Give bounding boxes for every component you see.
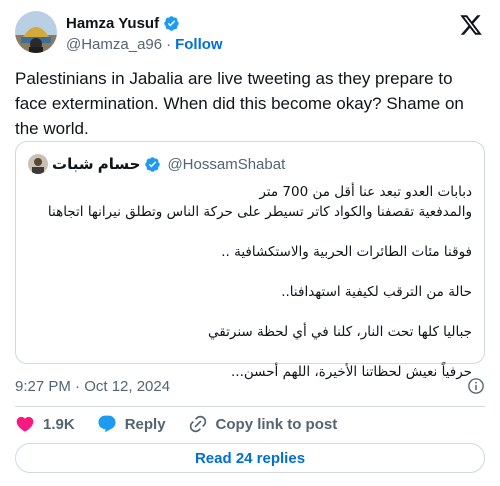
quoted-author-name: حسام شبات <box>52 156 141 173</box>
post-header: Hamza Yusuf @Hamza_a96 · Follow <box>15 11 485 57</box>
post-actions: 1.9K Reply Copy link to post <box>15 413 359 435</box>
reply-bubble-icon <box>98 415 116 433</box>
quoted-post-text: دبابات العدو تبعد عنا أقل من 700 متر وال… <box>28 182 472 382</box>
post-meta: 9:27 PM · Oct 12, 2024 <box>15 376 485 396</box>
copy-link-label: Copy link to post <box>215 415 338 433</box>
quoted-line: حالة من الترقب لكيفية استهدافنا.. <box>281 284 472 300</box>
reply-label: Reply <box>124 415 166 433</box>
quoted-line: دبابات العدو تبعد عنا أقل من 700 متر <box>259 184 472 200</box>
quoted-post-header: حسام شبات @HossamShabat <box>28 154 285 174</box>
quoted-line-blank <box>28 222 472 242</box>
separator-dot: · <box>166 35 172 53</box>
quoted-author-avatar <box>28 154 48 174</box>
info-icon[interactable] <box>467 377 485 395</box>
verified-badge-icon <box>164 15 179 31</box>
post-timestamp[interactable]: 9:27 PM · Oct 12, 2024 <box>15 378 170 395</box>
follow-link[interactable]: Follow <box>175 36 223 53</box>
copy-link-button[interactable]: Copy link to post <box>188 414 338 434</box>
quoted-author-handle: @HossamShabat <box>167 155 286 173</box>
quoted-line-blank <box>28 342 472 362</box>
reply-button[interactable]: Reply <box>97 414 166 434</box>
quoted-line-blank <box>28 302 472 322</box>
embedded-post: Hamza Yusuf @Hamza_a96 · Follow Palestin… <box>0 0 500 486</box>
post-text: Palestinians in Jabalia are live tweetin… <box>15 69 464 138</box>
quoted-line: فوقنا مئات الطائرات الحربية والاستكشافية… <box>221 244 472 260</box>
quoted-line: والمدفعية تقصفنا والكواد كاتر تسيطر على … <box>47 204 472 220</box>
author-name[interactable]: Hamza Yusuf <box>66 15 159 32</box>
author-avatar[interactable] <box>15 11 57 53</box>
verified-badge-icon <box>145 156 161 172</box>
heart-icon <box>16 416 34 432</box>
divider <box>15 406 485 407</box>
link-icon <box>189 415 206 433</box>
x-logo-icon[interactable] <box>459 13 483 37</box>
author-handle[interactable]: @Hamza_a96 <box>66 36 162 53</box>
like-button[interactable]: 1.9K <box>15 414 75 434</box>
quoted-line: جباليا كلها تحت النار، كلنا في أي لحظة س… <box>208 324 472 340</box>
author-info: Hamza Yusuf @Hamza_a96 · Follow <box>66 14 223 54</box>
like-count: 1.9K <box>43 415 75 433</box>
read-replies-button[interactable]: Read 24 replies <box>15 443 485 473</box>
quoted-post[interactable]: حسام شبات @HossamShabat دبابات العدو تبع… <box>15 141 485 380</box>
quoted-line-blank <box>28 262 472 282</box>
